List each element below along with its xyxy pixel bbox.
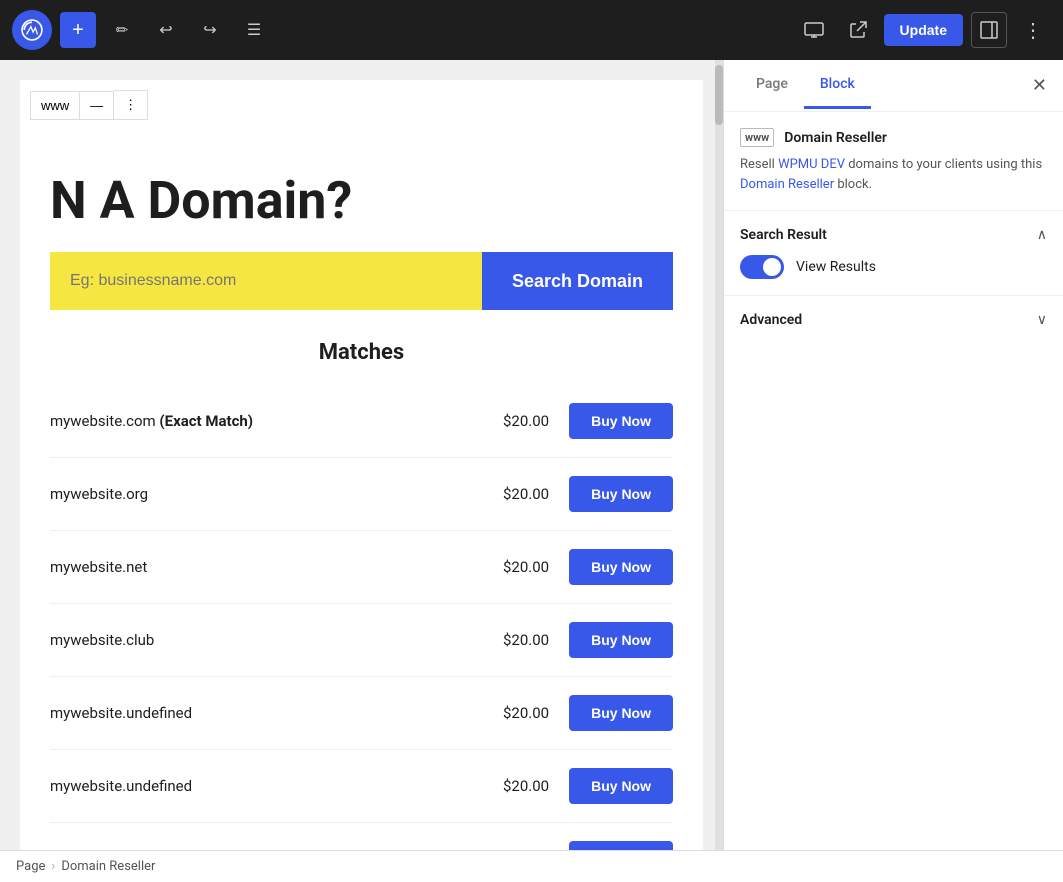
view-results-row: View Results <box>740 255 1047 279</box>
chevron-down-icon: ∨ <box>1037 312 1047 328</box>
buy-now-button[interactable]: Buy Now <box>569 768 673 804</box>
domain-heading: N A Domain? <box>50 170 673 232</box>
tab-block[interactable]: Block <box>804 62 871 109</box>
monitor-button[interactable] <box>796 12 832 48</box>
page-heading: A Domain? <box>100 170 353 231</box>
table-row: mywebsite.undefined $20.00 Buy Now <box>50 750 673 823</box>
matches-title: Matches <box>50 340 673 365</box>
sidebar-close-button[interactable]: ✕ <box>1032 75 1047 96</box>
domain-price: $20.00 <box>489 777 549 795</box>
block-info-description: Resell WPMU DEV domains to your clients … <box>740 155 1047 194</box>
table-row: mywebsite.club $20.00 Buy Now <box>50 604 673 677</box>
scrollbar-track <box>715 60 723 850</box>
domain-name: mywebsite.com (Exact Match) <box>50 412 489 430</box>
domain-name: mywebsite.undefined <box>50 704 489 722</box>
search-result-section: Search Result ∧ View Results <box>724 211 1063 296</box>
table-row: mywebsite.net $20.00 Buy Now <box>50 531 673 604</box>
block-info-title: Domain Reseller <box>784 130 887 146</box>
toolbar: + ✏ ↩ ↪ ☰ Update ⋮ <box>0 0 1063 60</box>
exact-match-label: (Exact Match) <box>159 412 253 430</box>
buy-now-button[interactable]: Buy Now <box>569 622 673 658</box>
buy-now-button[interactable]: Buy Now <box>569 476 673 512</box>
table-row: mywebsite.undefined $20.00 Buy Now <box>50 677 673 750</box>
wp-logo <box>12 10 52 50</box>
redo-button[interactable]: ↪ <box>192 12 228 48</box>
breadcrumb-separator: › <box>51 859 55 874</box>
block-widget: www — ⋮ <box>30 90 148 120</box>
buy-now-button[interactable]: Buy Now <box>569 841 673 850</box>
domain-search-input[interactable] <box>50 252 482 310</box>
editor-area: www — ⋮ N A Domain? Search Domain <box>0 60 723 850</box>
right-sidebar: Page Block ✕ www Domain Reseller Resell … <box>723 60 1063 850</box>
undo-button[interactable]: ↩ <box>148 12 184 48</box>
wpmu-dev-link[interactable]: WPMU DEV <box>778 157 845 172</box>
buy-now-button[interactable]: Buy Now <box>569 549 673 585</box>
domain-name: mywebsite.net <box>50 558 489 576</box>
search-bar: Search Domain <box>50 252 673 310</box>
domain-price: $20.00 <box>489 485 549 503</box>
edit-button[interactable]: ✏ <box>104 12 140 48</box>
external-link-button[interactable] <box>840 12 876 48</box>
search-result-header[interactable]: Search Result ∧ <box>740 227 1047 243</box>
main-layout: www — ⋮ N A Domain? Search Domain <box>0 60 1063 850</box>
block-dash-button[interactable]: — <box>79 91 114 120</box>
block-dots-button[interactable]: ⋮ <box>114 90 148 120</box>
dots-label: ⋮ <box>124 97 137 113</box>
domain-name: mywebsite.org <box>50 485 489 503</box>
breadcrumb-current: Domain Reseller <box>61 859 155 874</box>
toolbar-right: Update ⋮ <box>796 12 1051 48</box>
sidebar-tabs: Page Block <box>740 62 871 109</box>
block-info-header: www Domain Reseller <box>740 128 1047 147</box>
tab-page[interactable]: Page <box>740 62 804 109</box>
search-result-title: Search Result <box>740 227 827 243</box>
view-results-toggle[interactable] <box>740 255 784 279</box>
chevron-up-icon: ∧ <box>1037 227 1047 243</box>
editor-content: www — ⋮ N A Domain? Search Domain <box>20 80 703 850</box>
domain-price: $20.00 <box>489 412 549 430</box>
table-row: mywebsite.com (Exact Match) $20.00 Buy N… <box>50 385 673 458</box>
domain-price: $20.00 <box>489 631 549 649</box>
update-button[interactable]: Update <box>884 14 963 46</box>
more-options-button[interactable]: ⋮ <box>1015 12 1051 48</box>
domain-price: $20.00 <box>489 704 549 722</box>
table-row: mywebsite.undefined $20.00 Buy Now <box>50 823 673 850</box>
sidebar-toggle-button[interactable] <box>971 12 1007 48</box>
view-results-label: View Results <box>796 259 876 275</box>
advanced-title: Advanced <box>740 312 802 328</box>
dash-label: — <box>90 98 103 113</box>
add-block-button[interactable]: + <box>60 12 96 48</box>
buy-now-button[interactable]: Buy Now <box>569 403 673 439</box>
breadcrumb: Page › Domain Reseller <box>0 850 1063 882</box>
search-domain-button[interactable]: Search Domain <box>482 252 673 310</box>
domain-list: mywebsite.com (Exact Match) $20.00 Buy N… <box>50 385 673 850</box>
domain-reseller-link[interactable]: Domain Reseller <box>740 177 834 192</box>
www-label: www <box>41 98 69 113</box>
block-info: www Domain Reseller Resell WPMU DEV doma… <box>724 112 1063 211</box>
domain-name: mywebsite.club <box>50 631 489 649</box>
domain-price: $20.00 <box>489 558 549 576</box>
advanced-section: Advanced ∨ <box>724 296 1063 344</box>
www-badge: www <box>740 128 774 147</box>
breadcrumb-page: Page <box>16 859 45 874</box>
list-button[interactable]: ☰ <box>236 12 272 48</box>
domain-name: mywebsite.undefined <box>50 777 489 795</box>
buy-now-button[interactable]: Buy Now <box>569 695 673 731</box>
scrollbar-thumb[interactable] <box>715 65 723 125</box>
sidebar-header: Page Block ✕ <box>724 60 1063 112</box>
advanced-section-header[interactable]: Advanced ∨ <box>740 312 1047 328</box>
table-row: mywebsite.org $20.00 Buy Now <box>50 458 673 531</box>
block-www-button[interactable]: www <box>30 91 79 120</box>
